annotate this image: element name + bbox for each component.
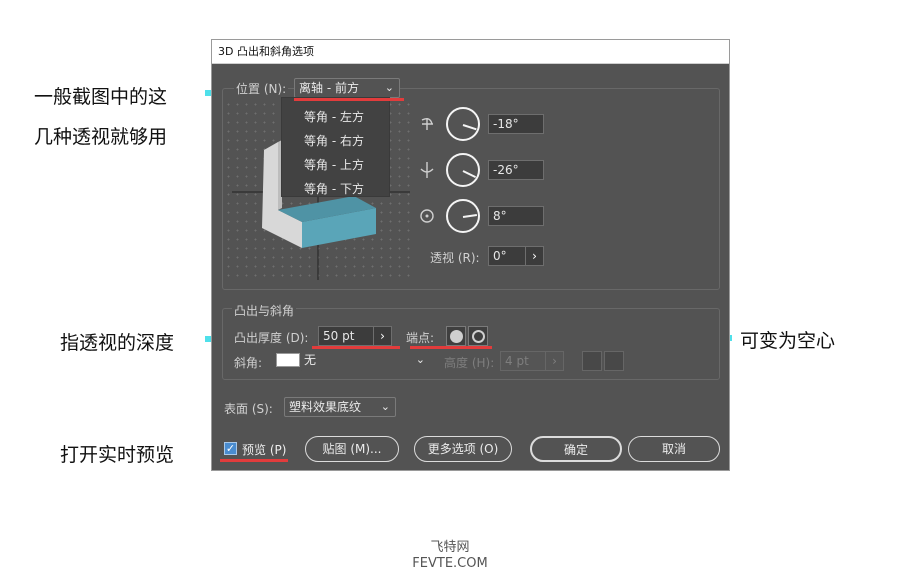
map-art-button[interactable]: 贴图 (M)... bbox=[305, 436, 399, 462]
x-rotation-dial[interactable] bbox=[446, 107, 480, 141]
preview-label[interactable]: 预览 (P) bbox=[242, 441, 286, 458]
bevel-swatch bbox=[276, 353, 300, 367]
cap-off-icon bbox=[472, 330, 485, 343]
depth-label: 凸出厚度 (D): bbox=[234, 331, 309, 345]
z-rotation-dial[interactable] bbox=[446, 199, 480, 233]
position-label: 位置 (N): bbox=[234, 80, 289, 97]
depth-stepper[interactable]: › bbox=[374, 326, 392, 346]
annotation-depth: 指透视的深度 bbox=[60, 332, 175, 354]
highlight-preview bbox=[220, 459, 288, 462]
annotation-positions-2: 几种透视就够用 bbox=[34, 126, 168, 148]
highlight-position bbox=[294, 98, 404, 101]
cap-label: 端点: bbox=[406, 331, 435, 345]
x-axis-rotate-icon bbox=[421, 117, 433, 130]
perspective-input[interactable]: 0° bbox=[488, 246, 526, 266]
dialog-title: 3D 凸出和斜角选项 bbox=[212, 40, 729, 64]
preview-checkbox[interactable]: ✓ bbox=[224, 442, 237, 455]
watermark-en: FEVTE.COM bbox=[412, 556, 488, 571]
surface-label: 表面 (S): bbox=[224, 402, 273, 416]
chevron-down-icon: ⌄ bbox=[415, 353, 425, 366]
cap-off-button[interactable] bbox=[468, 326, 488, 346]
cancel-button[interactable]: 取消 bbox=[628, 436, 720, 462]
ok-button[interactable]: 确定 bbox=[530, 436, 622, 462]
surface-select[interactable]: 塑料效果底纹 ⌄ bbox=[284, 397, 396, 417]
surface-value: 塑料效果底纹 bbox=[289, 400, 362, 414]
annotation-positions: 一般截图中的这 bbox=[34, 86, 168, 108]
x-dial-hand bbox=[462, 124, 477, 131]
y-rotation-dial[interactable] bbox=[446, 153, 480, 187]
z-dial-hand bbox=[462, 214, 478, 218]
chevron-down-icon: ⌄ bbox=[380, 400, 390, 413]
z-axis-rotate-icon bbox=[420, 209, 434, 223]
menu-item-isometric-top[interactable]: 等角 - 上方 bbox=[304, 156, 364, 173]
cap-on-icon bbox=[450, 330, 463, 343]
bevel-in-button[interactable] bbox=[604, 351, 624, 371]
height-stepper[interactable]: › bbox=[546, 351, 564, 371]
chevron-down-icon: ⌄ bbox=[384, 81, 394, 94]
z-rotation-input[interactable]: 8° bbox=[488, 206, 544, 226]
menu-item-isometric-left[interactable]: 等角 - 左方 bbox=[304, 108, 364, 125]
perspective-stepper[interactable]: › bbox=[526, 246, 544, 266]
position-dropdown-menu: 等角 - 左方 等角 - 右方 等角 - 上方 等角 - 下方 bbox=[281, 97, 390, 197]
bevel-select[interactable]: 无 ⌄ bbox=[300, 351, 430, 371]
position-selected: 离轴 - 前方 bbox=[299, 81, 359, 95]
y-dial-hand bbox=[462, 170, 477, 179]
highlight-cap bbox=[410, 346, 492, 349]
depth-input[interactable]: 50 pt bbox=[318, 326, 374, 346]
bevel-label: 斜角: bbox=[234, 356, 263, 370]
more-options-button[interactable]: 更多选项 (O) bbox=[414, 436, 512, 462]
height-input[interactable]: 4 pt bbox=[500, 351, 546, 371]
highlight-depth bbox=[312, 346, 400, 349]
x-rotation-input[interactable]: -18° bbox=[488, 114, 544, 134]
perspective-label: 透视 (R): bbox=[430, 251, 480, 265]
y-axis-rotate-icon bbox=[420, 162, 434, 178]
height-label: 高度 (H): bbox=[444, 356, 495, 370]
annotation-preview: 打开实时预览 bbox=[60, 444, 175, 466]
bevel-value: 无 bbox=[304, 353, 317, 367]
watermark-cn: 飞特网 bbox=[430, 540, 470, 555]
annotation-hollow: 可变为空心 bbox=[740, 330, 836, 352]
extrude-group-label: 凸出与斜角 bbox=[232, 302, 297, 319]
menu-item-isometric-bottom[interactable]: 等角 - 下方 bbox=[304, 180, 364, 197]
cap-on-button[interactable] bbox=[446, 326, 466, 346]
position-select[interactable]: 离轴 - 前方 ⌄ bbox=[294, 78, 400, 98]
bevel-out-button[interactable] bbox=[582, 351, 602, 371]
menu-item-isometric-right[interactable]: 等角 - 右方 bbox=[304, 132, 364, 149]
y-rotation-input[interactable]: -26° bbox=[488, 160, 544, 180]
